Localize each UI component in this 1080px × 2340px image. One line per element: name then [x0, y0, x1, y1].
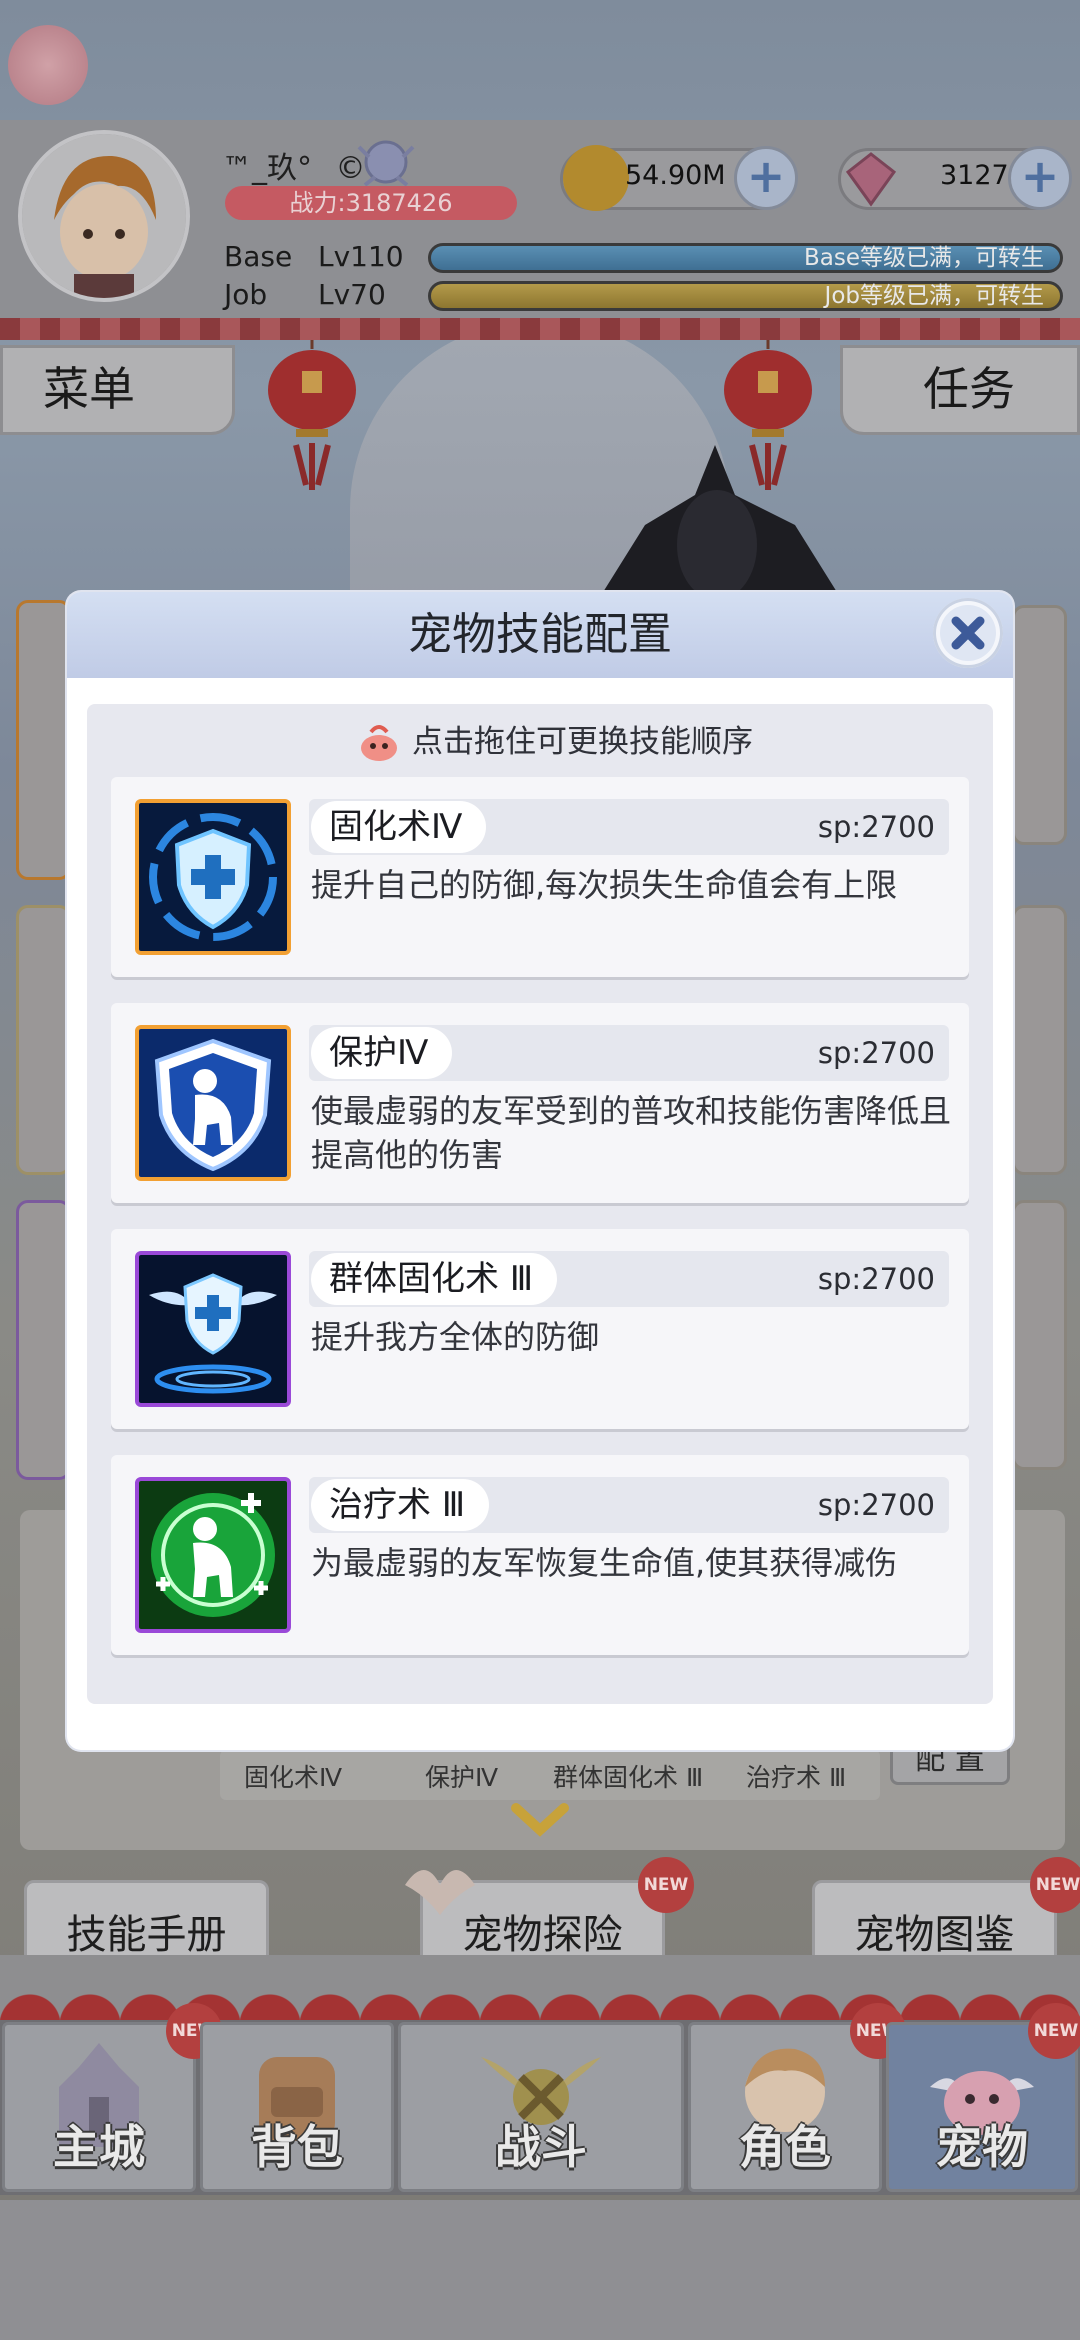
cloud-decoration-strip	[0, 1955, 1080, 2025]
nav-label: 战斗	[495, 2120, 587, 2174]
gem-amount: 3127	[940, 160, 1009, 191]
game-logo-icon	[8, 25, 88, 105]
crow-monster[interactable]	[585, 435, 855, 605]
new-badge: NEW	[638, 1857, 694, 1913]
skill-sp-cost: sp:2700	[817, 810, 935, 844]
skill-description: 为最虚弱的友军恢复生命值,使其获得减伤	[311, 1544, 898, 1582]
skill-sp-cost: sp:2700	[817, 1488, 935, 1522]
skill-card[interactable]: 治疗术 Ⅲ sp:2700 为最虚弱的友军恢复生命值,使其获得减伤	[111, 1455, 969, 1655]
zeny-coin-icon	[563, 145, 629, 211]
add-zeny-button[interactable]: +	[734, 146, 798, 210]
shield-person-icon	[135, 1025, 291, 1181]
zeny-amount: 54.90M	[625, 160, 726, 191]
poring-hint-icon	[361, 725, 397, 761]
nav-battle[interactable]: 战斗	[398, 2022, 684, 2192]
avatar[interactable]	[18, 130, 190, 302]
guild-emblem-icon[interactable]	[355, 137, 417, 187]
player-name-text: ™_玖°	[222, 151, 312, 186]
bg-card-edge	[16, 1200, 71, 1480]
nav-label: 主城	[53, 2120, 145, 2174]
close-icon	[940, 605, 996, 661]
job-level: Lv70	[318, 278, 386, 311]
bg-card-edge	[1012, 1200, 1067, 1470]
dialog-title: 宠物技能配置	[408, 609, 672, 660]
nav-label: 宠物	[936, 2120, 1028, 2174]
close-button[interactable]	[933, 598, 1003, 668]
nav-backpack[interactable]: 背包	[200, 2022, 394, 2192]
reorder-hint: 点击拖住可更换技能顺序	[412, 724, 753, 760]
skill-sp-cost: sp:2700	[817, 1262, 935, 1296]
winged-shield-icon	[135, 1251, 291, 1407]
base-level: Lv110	[318, 240, 404, 273]
under-skill-tab[interactable]: 固化术Ⅳ	[244, 1758, 342, 1794]
pet-skill-config-dialog: 宠物技能配置 点击拖住可更换技能顺序 固化术Ⅳ sp:2700 提升自己的防御,…	[67, 592, 1013, 1750]
skill-card[interactable]: 保护Ⅳ sp:2700 使最虚弱的友军受到的普攻和技能伤害降低且提高他的伤害	[111, 1003, 969, 1203]
add-gem-button[interactable]: +	[1008, 146, 1072, 210]
job-exp-status: Job等级已满，可转生	[824, 283, 1044, 309]
job-label: Job	[224, 278, 268, 311]
skill-description: 使最虚弱的友军受到的普攻和技能伤害降低且提高他的伤害	[311, 1092, 952, 1174]
combat-power-badge: 战力:3187426	[225, 186, 517, 220]
bg-card-edge	[1012, 905, 1067, 1175]
nav-label: 角色	[739, 2120, 831, 2174]
character-portrait-icon	[22, 134, 186, 298]
skill-card[interactable]: 群体固化术 Ⅲ sp:2700 提升我方全体的防御	[111, 1229, 969, 1429]
lantern-decoration	[268, 335, 356, 490]
new-badge: NEW	[1030, 1857, 1080, 1913]
gem-icon	[845, 152, 897, 207]
base-exp-status: Base等级已满，可转生	[803, 245, 1044, 271]
tasks-tab[interactable]: 任务	[840, 345, 1080, 435]
shield-cross-icon	[135, 799, 291, 955]
bg-card-edge	[1012, 605, 1067, 845]
skill-card[interactable]: 固化术Ⅳ sp:2700 提升自己的防御,每次损失生命值会有上限	[111, 777, 969, 977]
nav-label: 背包	[251, 2120, 343, 2174]
skill-description: 提升我方全体的防御	[311, 1318, 600, 1356]
job-exp-bar: Job等级已满，可转生	[428, 281, 1063, 311]
nav-main-city[interactable]: 主城	[2, 2022, 196, 2192]
base-exp-bar: Base等级已满，可转生	[428, 243, 1063, 273]
skill-name: 治疗术 Ⅲ	[311, 1479, 490, 1531]
heal-person-icon	[135, 1477, 291, 1633]
new-badge: NEW	[1028, 2003, 1080, 2059]
under-skill-tab[interactable]: 群体固化术 Ⅲ	[553, 1758, 703, 1794]
skill-description: 提升自己的防御,每次损失生命值会有上限	[311, 866, 898, 904]
bg-card-edge	[16, 600, 71, 880]
skill-name: 保护Ⅳ	[311, 1027, 453, 1079]
base-label: Base	[224, 240, 293, 273]
skill-name: 群体固化术 Ⅲ	[311, 1253, 558, 1305]
skill-name: 固化术Ⅳ	[311, 801, 487, 853]
chevron-down-icon[interactable]	[510, 1800, 570, 1840]
under-skill-tab[interactable]: 保护Ⅳ	[425, 1758, 498, 1794]
bg-card-edge	[16, 905, 71, 1175]
hud-decorative-border	[0, 318, 1080, 340]
player-name: ™_玖° ©	[222, 143, 366, 187]
under-skill-tab[interactable]: 治疗术 Ⅲ	[746, 1758, 846, 1794]
winged-helmet-icon	[405, 1870, 475, 1915]
nav-character[interactable]: 角色	[688, 2022, 882, 2192]
menu-tab[interactable]: 菜单	[0, 345, 235, 435]
skill-sp-cost: sp:2700	[817, 1036, 935, 1070]
